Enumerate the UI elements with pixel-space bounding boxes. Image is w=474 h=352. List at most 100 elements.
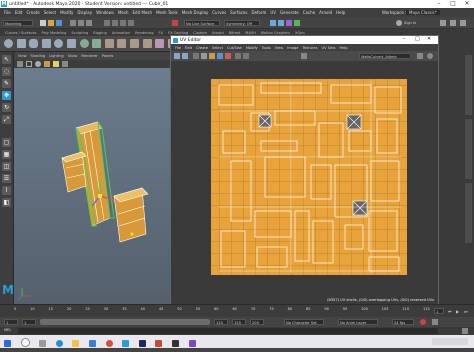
uv-menu-cut-sew[interactable]: Cut/Sew xyxy=(227,46,242,50)
windows-start-icon[interactable] xyxy=(4,340,11,347)
uv-menu-edit[interactable]: Edit xyxy=(185,46,192,50)
magnet-icon[interactable] xyxy=(172,20,178,26)
shelf-cone-icon[interactable] xyxy=(41,39,51,48)
mode-dropdown[interactable]: Modeling xyxy=(3,20,33,26)
range-inner-end-field[interactable]: 120 xyxy=(214,319,228,325)
range-end2-field[interactable]: 200 xyxy=(250,319,264,325)
workspace-dropdown[interactable]: Maya Classic* xyxy=(406,10,440,15)
shelf-smooth-icon[interactable] xyxy=(129,39,139,48)
shelf-tab-curves-surfaces[interactable]: Curves / Surfaces xyxy=(5,31,37,35)
maya-taskbar-icon[interactable] xyxy=(122,340,130,347)
shelf-cylinder-icon[interactable] xyxy=(29,39,39,48)
paint-select-tool-icon[interactable]: ✎ xyxy=(2,79,11,88)
attribute-editor-tab[interactable] xyxy=(465,119,472,179)
uv-select-icon[interactable] xyxy=(174,53,180,59)
uv-shell-icon[interactable] xyxy=(182,53,188,59)
smooth-shade-icon[interactable] xyxy=(35,61,41,67)
uv-gamma-icon[interactable] xyxy=(243,53,249,59)
perspective-viewport[interactable] xyxy=(14,68,170,304)
minimize-button[interactable]: – xyxy=(432,0,446,8)
uv-menu-image[interactable]: Image xyxy=(287,46,298,50)
isolate-select-icon[interactable] xyxy=(62,61,68,67)
current-frame-field[interactable]: 1 xyxy=(434,308,444,314)
single-perspective-layout-icon[interactable]: ▢ xyxy=(2,138,11,147)
go-to-end-icon[interactable]: ⏭ xyxy=(464,309,468,314)
range-inner-start-field[interactable]: 1 xyxy=(22,319,36,325)
menu-arnold[interactable]: Arnold xyxy=(319,10,332,15)
uv-layout-icon[interactable]: ◧ xyxy=(2,198,11,207)
uv-toolkit-icon[interactable] xyxy=(417,53,423,59)
viewport-menu-view[interactable]: View xyxy=(18,54,27,58)
render-icon[interactable] xyxy=(270,20,276,26)
shelf-tab-xgen[interactable]: XGen xyxy=(295,31,305,35)
shelf-cube-icon[interactable] xyxy=(16,39,26,48)
open-scene-icon[interactable] xyxy=(48,20,54,26)
snap-curve-icon[interactable] xyxy=(112,20,118,26)
shelf-tab-arnold[interactable]: Arnold xyxy=(212,31,224,35)
uv-menu-tools[interactable]: Tools xyxy=(262,46,271,50)
live-surface-field[interactable]: No Live Surface xyxy=(184,20,220,26)
uv-help-icon[interactable] xyxy=(427,53,433,59)
chrome-icon[interactable] xyxy=(105,340,113,347)
channel-box-tab[interactable] xyxy=(465,55,472,115)
modeling-toolkit-tab[interactable] xyxy=(465,183,472,243)
shelf-tab-animation[interactable]: Animation xyxy=(112,31,130,35)
character-set-dropdown[interactable]: No Character Set xyxy=(284,319,324,325)
shelf-tab-motion-graphics[interactable]: Motion Graphics xyxy=(261,31,290,35)
close-button[interactable]: ✕ xyxy=(460,0,474,8)
viewport-menu-panels[interactable]: Panels xyxy=(102,54,114,58)
uv-menu-select[interactable]: Select xyxy=(212,46,223,50)
viewport-menu-lighting[interactable]: Lighting xyxy=(49,54,64,58)
photoshop-icon[interactable] xyxy=(138,340,146,347)
symmetry-dropdown[interactable]: Symmetry: Off xyxy=(224,20,260,26)
preferences-icon[interactable] xyxy=(432,319,438,325)
uv-menu-help[interactable]: Help xyxy=(340,46,348,50)
uv-checker-icon[interactable] xyxy=(201,53,207,59)
menu-create[interactable]: Create xyxy=(26,10,39,15)
wireframe-icon[interactable] xyxy=(26,61,32,67)
ipr-render-icon[interactable] xyxy=(278,20,284,26)
rotate-tool-icon[interactable]: ↻ xyxy=(2,103,11,112)
menu-mesh-tools[interactable]: Mesh Tools xyxy=(156,10,178,15)
snap-grid-icon[interactable] xyxy=(104,20,110,26)
texture-name-dropdown[interactable]: WallsCulvert_Adjmb xyxy=(359,53,411,59)
select-object-icon[interactable] xyxy=(78,20,84,26)
range-end-field[interactable]: 120 xyxy=(232,319,246,325)
uv-editor-minimize-button[interactable]: – xyxy=(403,36,406,42)
camera-icon[interactable] xyxy=(17,61,23,67)
uv-menu-textures[interactable]: Textures xyxy=(302,46,317,50)
file-explorer-icon[interactable] xyxy=(72,340,80,347)
viewport-menu-renderer[interactable]: Renderer xyxy=(81,54,97,58)
move-tool-icon[interactable]: ✥ xyxy=(2,91,11,100)
shelf-combine-icon[interactable] xyxy=(104,39,114,48)
go-to-start-icon[interactable]: ⏮ xyxy=(448,309,452,314)
shelf-tab-bifrost[interactable]: Bifrost xyxy=(229,31,241,35)
uv-image-display-icon[interactable] xyxy=(209,53,215,59)
edge-browser-icon[interactable] xyxy=(55,340,63,347)
mail-icon[interactable] xyxy=(88,340,96,347)
menu-edit-mesh[interactable]: Edit Mesh xyxy=(133,10,153,15)
sign-in-link[interactable]: Sign In xyxy=(404,20,416,26)
render-settings-icon[interactable] xyxy=(286,20,292,26)
menu-generate[interactable]: Generate xyxy=(280,10,299,15)
viewport-menu-show[interactable]: Show xyxy=(68,54,78,58)
range-bar[interactable] xyxy=(40,319,210,325)
shelf-tab-sculpting[interactable]: Sculpting xyxy=(71,31,88,35)
shelf-tab-rigging[interactable]: Rigging xyxy=(93,31,107,35)
script-editor-icon[interactable] xyxy=(462,328,468,334)
menu-cache[interactable]: Cache xyxy=(303,10,315,15)
shelf-plane-icon[interactable] xyxy=(66,39,76,48)
shelf-disc-icon[interactable] xyxy=(79,39,89,48)
menu-edit[interactable]: Edit xyxy=(15,10,23,15)
anim-layer-dropdown[interactable]: No Anim Layer xyxy=(338,319,378,325)
save-scene-icon[interactable] xyxy=(56,20,62,26)
textured-icon[interactable] xyxy=(44,61,50,67)
shelf-tab-poly-modeling[interactable]: Poly Modeling xyxy=(42,31,67,35)
time-slider[interactable]: 5 10 15 20 25 30 35 40 45 50 55 60 65 70… xyxy=(0,304,474,317)
menu-help[interactable]: Help xyxy=(336,10,345,15)
shelf-platonic-icon[interactable] xyxy=(92,39,102,48)
shelf-torus-icon[interactable] xyxy=(54,39,64,48)
left-block[interactable] xyxy=(61,151,87,193)
shelf-tab-fx-caching[interactable]: FX Caching xyxy=(168,31,188,35)
auto-key-icon[interactable] xyxy=(420,319,426,325)
